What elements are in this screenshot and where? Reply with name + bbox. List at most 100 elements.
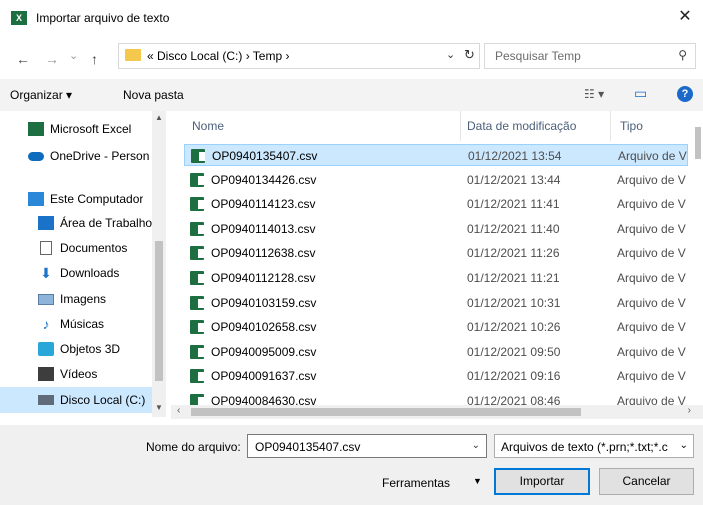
cancel-button[interactable]: Cancelar bbox=[599, 468, 694, 495]
file-type: Arquivo de V bbox=[617, 295, 686, 310]
forward-arrow-icon[interactable]: → bbox=[45, 51, 59, 67]
scroll-up-icon[interactable]: ▲ bbox=[155, 113, 163, 122]
sidebar-item-documentos[interactable]: Documentos bbox=[0, 236, 152, 260]
file-type-value[interactable]: Arquivos de texto (*.prn;*.txt;*.c bbox=[501, 440, 671, 454]
video-icon bbox=[38, 367, 54, 381]
file-list-scroll-thumb[interactable] bbox=[695, 127, 701, 159]
file-type: Arquivo de V bbox=[617, 271, 686, 285]
file-list: Nome Data de modificação Tipo OP09401354… bbox=[171, 111, 703, 417]
sidebar-item-label: Disco Local (C:) bbox=[60, 393, 146, 407]
recent-locations-icon[interactable]: ⌄ bbox=[69, 49, 78, 62]
sidebar-item-label: OneDrive - Person bbox=[50, 149, 150, 163]
organize-button[interactable]: Organizar ▾ bbox=[10, 88, 72, 102]
sidebar-scrollbar[interactable]: ▲ ▼ bbox=[152, 111, 166, 417]
file-list-scrollbar[interactable] bbox=[693, 111, 703, 401]
sidebar-item-label: Imagens bbox=[60, 292, 107, 306]
sidebar-item-musicas[interactable]: ♪ Músicas bbox=[0, 312, 152, 336]
sidebar-item-objetos-3d[interactable]: Objetos 3D bbox=[0, 337, 152, 361]
csv-file-icon bbox=[190, 295, 204, 310]
file-name: OP0940135407.csv bbox=[212, 149, 318, 163]
sidebar-item-videos[interactable]: Vídeos bbox=[0, 362, 152, 386]
file-type: Arquivo de V bbox=[617, 344, 686, 359]
filename-field[interactable]: OP0940135407.csv ⌄ bbox=[247, 434, 487, 458]
new-folder-button[interactable]: Nova pasta bbox=[123, 88, 184, 102]
help-icon[interactable]: ? bbox=[677, 86, 693, 102]
column-divider[interactable] bbox=[460, 111, 461, 141]
scroll-down-icon[interactable]: ▼ bbox=[155, 403, 163, 412]
excel-icon bbox=[28, 122, 44, 136]
file-name: OP0940095009.csv bbox=[211, 344, 317, 359]
file-row[interactable]: OP0940091637.csv 01/12/2021 09:16 Arquivo … bbox=[184, 365, 688, 387]
sidebar-item-este-computador[interactable]: Este Computador bbox=[0, 187, 152, 211]
csv-file-icon bbox=[190, 197, 204, 212]
file-row[interactable]: OP0940102658.csv 01/12/2021 10:26 Arquivo … bbox=[184, 316, 688, 338]
dialog-footer: Nome do arquivo: OP0940135407.csv ⌄ Arqu… bbox=[0, 425, 703, 505]
horizontal-scrollbar[interactable]: ‹ › bbox=[171, 405, 703, 419]
file-name: OP0940112638.csv bbox=[211, 246, 316, 261]
back-arrow-icon[interactable]: ← bbox=[16, 51, 30, 67]
filename-value[interactable]: OP0940135407.csv bbox=[255, 440, 360, 454]
address-path[interactable]: « Disco Local (C:) › Temp › bbox=[147, 49, 289, 63]
file-row[interactable]: OP0940112128.csv 01/12/2021 11:21 Arquivo … bbox=[184, 267, 688, 289]
column-header-name[interactable]: Nome bbox=[192, 119, 224, 133]
file-row[interactable]: OP0940135407.csv 01/12/2021 13:54 Arquivo … bbox=[184, 144, 688, 166]
computer-icon bbox=[28, 192, 44, 206]
sidebar-item-onedrive[interactable]: OneDrive - Person bbox=[0, 144, 152, 168]
file-name: OP0940114123.csv bbox=[211, 197, 316, 212]
sidebar-item-label: Este Computador bbox=[50, 192, 144, 206]
file-type: Arquivo de V bbox=[617, 369, 686, 384]
music-icon: ♪ bbox=[42, 316, 50, 332]
file-date: 01/12/2021 11:41 bbox=[467, 197, 560, 212]
address-bar[interactable]: « Disco Local (C:) › Temp › ⌄ ↻ bbox=[118, 43, 480, 69]
csv-file-icon bbox=[190, 221, 204, 236]
sidebar-scroll-thumb[interactable] bbox=[155, 241, 163, 381]
file-name: OP0940102658.csv bbox=[211, 320, 317, 335]
refresh-icon[interactable]: ↻ bbox=[464, 47, 475, 63]
sidebar-item-imagens[interactable]: Imagens bbox=[0, 287, 152, 311]
column-header-date[interactable]: Data de modificação bbox=[467, 119, 576, 133]
sidebar-item-label: Downloads bbox=[60, 266, 120, 280]
tools-button[interactable]: Ferramentas bbox=[382, 476, 450, 490]
scroll-right-icon[interactable]: › bbox=[688, 405, 691, 416]
view-options-icon[interactable]: ☷ ▾ bbox=[584, 87, 604, 101]
search-input[interactable]: Pesquisar Temp ⚲ bbox=[484, 43, 696, 69]
file-dialog: X Importar arquivo de texto ✕ ← → ⌄ ↑ « … bbox=[0, 0, 703, 505]
sidebar-item-label: Área de Trabalho bbox=[60, 216, 152, 230]
import-button[interactable]: Importar bbox=[494, 468, 590, 495]
file-row[interactable]: OP0940114013.csv 01/12/2021 11:40 Arquivo … bbox=[184, 218, 688, 240]
file-row[interactable]: OP0940112638.csv 01/12/2021 11:26 Arquivo … bbox=[184, 242, 688, 264]
horizontal-scroll-thumb[interactable] bbox=[191, 408, 581, 416]
close-icon[interactable]: ✕ bbox=[675, 6, 695, 28]
sidebar-item-desktop[interactable]: Área de Trabalho bbox=[0, 211, 152, 235]
file-type-select[interactable]: Arquivos de texto (*.prn;*.txt;*.c ⌄ bbox=[494, 434, 694, 458]
sidebar-item-label: Documentos bbox=[60, 241, 128, 255]
csv-file-icon bbox=[190, 344, 204, 359]
excel-icon: X bbox=[11, 11, 27, 25]
file-date: 01/12/2021 11:40 bbox=[467, 221, 560, 236]
preview-pane-icon[interactable]: ▭ bbox=[634, 85, 647, 102]
sidebar-item-downloads[interactable]: ⬇ Downloads bbox=[0, 261, 152, 285]
chevron-down-icon[interactable]: ⌄ bbox=[446, 48, 455, 61]
file-row[interactable]: OP0940095009.csv 01/12/2021 09:50 Arquivo … bbox=[184, 341, 688, 363]
file-date: 01/12/2021 09:16 bbox=[467, 369, 561, 384]
file-type: Arquivo de V bbox=[617, 246, 686, 261]
file-row[interactable]: OP0940134426.csv 01/12/2021 13:44 Arquivo … bbox=[184, 169, 688, 191]
file-date: 01/12/2021 10:26 bbox=[467, 320, 561, 335]
sidebar-item-label: Objetos 3D bbox=[60, 342, 121, 356]
file-row[interactable]: OP0940103159.csv 01/12/2021 10:31 Arquivo … bbox=[184, 292, 688, 314]
sidebar-item-microsoft-excel[interactable]: Microsoft Excel bbox=[0, 117, 152, 141]
chevron-down-icon[interactable]: ⌄ bbox=[472, 440, 480, 451]
scroll-left-icon[interactable]: ‹ bbox=[177, 405, 180, 416]
tools-dropdown-icon[interactable]: ▼ bbox=[473, 476, 482, 486]
document-icon bbox=[40, 241, 52, 255]
csv-file-icon bbox=[190, 320, 204, 335]
column-header-type[interactable]: Tipo bbox=[620, 119, 643, 133]
sidebar-item-disco-local[interactable]: Disco Local (C:) bbox=[0, 387, 152, 413]
column-divider[interactable] bbox=[610, 111, 611, 141]
sidebar-item-label: Vídeos bbox=[60, 367, 98, 381]
up-arrow-icon[interactable]: ↑ bbox=[91, 51, 98, 67]
download-icon: ⬇ bbox=[40, 265, 52, 281]
file-date: 01/12/2021 10:31 bbox=[467, 295, 561, 310]
chevron-down-icon[interactable]: ⌄ bbox=[680, 440, 688, 451]
file-row[interactable]: OP0940114123.csv 01/12/2021 11:41 Arquivo … bbox=[184, 193, 688, 215]
